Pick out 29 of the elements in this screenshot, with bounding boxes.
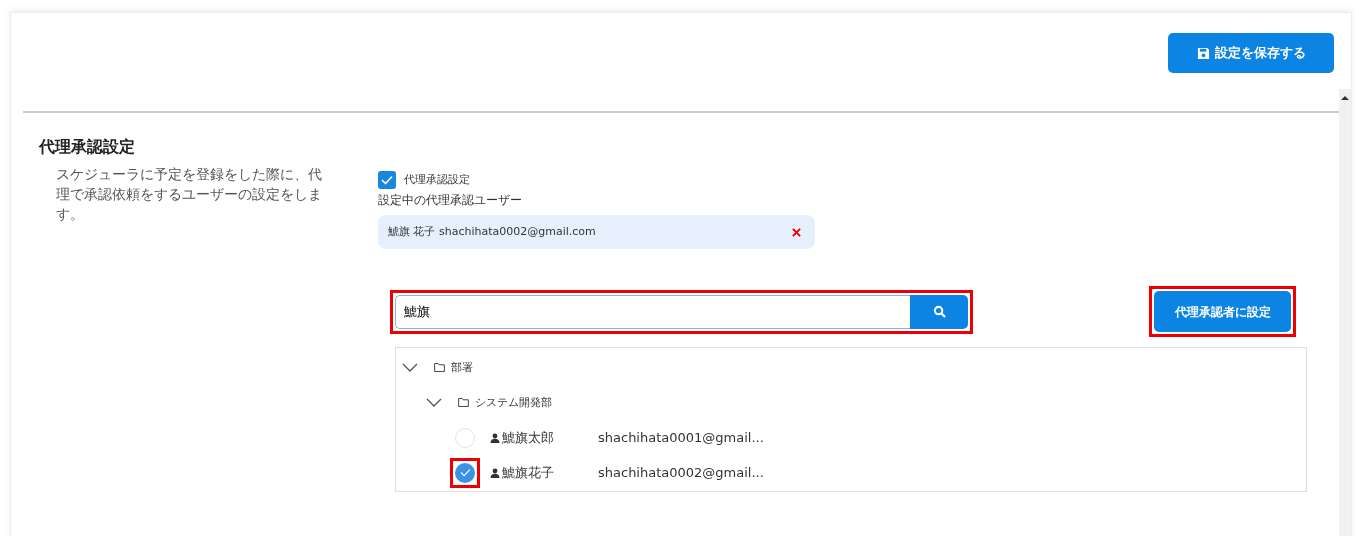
checkbox-label: 代理承認設定 [404, 172, 470, 188]
field-label: 設定中の代理承認ユーザー [378, 192, 523, 209]
user-email: shachihata0001@gmail... [598, 428, 764, 447]
checkmark-icon [459, 468, 471, 477]
user-email: shachihata0002@gmail... [598, 463, 764, 482]
radio-button[interactable] [455, 427, 475, 448]
chip-text: 鯱旗 花子 shachihata0002@gmail.com [388, 223, 596, 240]
user-name: 鯱旗花子 [502, 463, 555, 482]
tree-folder-label[interactable]: 部署 [451, 359, 473, 376]
remove-icon[interactable] [792, 227, 801, 237]
person-icon [490, 467, 500, 478]
section-description: スケジューラに予定を登録をした際に、代理で承認依頼をするユーザーの設定をします。 [56, 165, 323, 225]
save-icon [1196, 46, 1210, 60]
search-icon [932, 305, 946, 318]
scroll-up-icon[interactable] [1341, 95, 1349, 101]
search-field[interactable]: 鯱旗 [395, 294, 910, 329]
collapse-chevron-icon[interactable] [426, 397, 442, 408]
save-button[interactable]: 設定を保存する [1168, 33, 1334, 73]
checkmark-icon [381, 175, 393, 185]
section-title: 代理承認設定 [39, 137, 136, 157]
assign-button[interactable]: 代理承認者に設定 [1154, 291, 1291, 332]
search-button[interactable] [910, 294, 968, 329]
folder-icon [458, 398, 469, 407]
tree-folder-label[interactable]: システム開発部 [475, 394, 552, 411]
person-icon [490, 432, 500, 443]
collapse-chevron-icon[interactable] [402, 362, 418, 373]
user-name: 鯱旗太郎 [502, 428, 555, 447]
folder-icon [434, 363, 445, 372]
checkbox[interactable] [378, 171, 396, 189]
